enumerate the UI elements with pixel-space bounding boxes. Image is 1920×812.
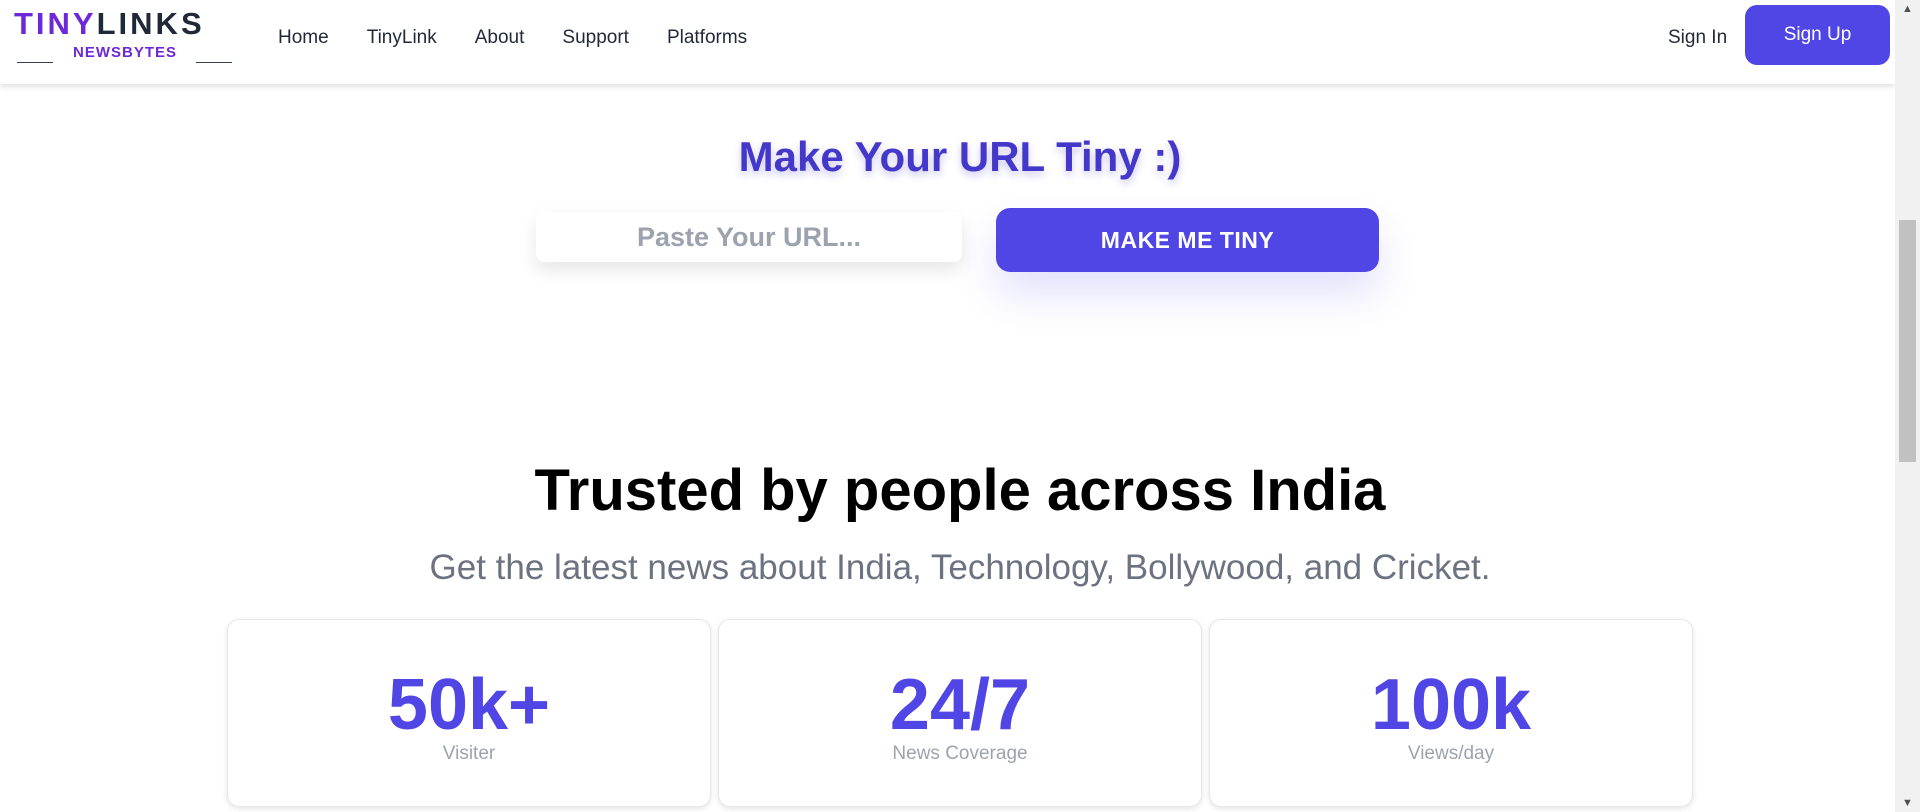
nav-link-support[interactable]: Support [562,25,629,51]
logo-tiny-text: TINY [14,6,97,41]
logo-left-rule [17,62,53,63]
make-me-tiny-button[interactable]: MAKE ME TINY [996,208,1379,272]
logo-subtitle-row: NEWSBYTES [14,44,236,64]
stat-value: 100k [1370,665,1532,745]
url-input[interactable] [536,212,962,262]
trust-subheading: Get the latest news about India, Technol… [429,548,1491,587]
hero-title: Make Your URL Tiny :) [738,133,1182,180]
stat-card-coverage: 24/7 News Coverage [718,619,1202,807]
stat-value: 24/7 [889,665,1031,745]
logo-links-text: LINKS [96,6,205,41]
scroll-down-icon[interactable]: ▼ [1895,794,1920,812]
sign-in-link[interactable]: Sign In [1668,25,1727,51]
vertical-scrollbar[interactable]: ▲ ▼ [1895,0,1920,812]
trust-heading: Trusted by people across India [534,458,1386,523]
stat-card-visitors: 50k+ Visiter [227,619,711,807]
logo-wordmark: TINYLINKS [14,7,205,41]
nav-link-tinylink[interactable]: TinyLink [367,25,437,51]
sign-up-button[interactable]: Sign Up [1745,5,1890,65]
stat-value: 50k+ [387,665,551,745]
stat-card-views: 100k Views/day [1209,619,1693,807]
logo-right-rule [196,62,232,63]
navbar: TINYLINKS NEWSBYTES Home TinyLink About … [0,0,1895,84]
nav-link-platforms[interactable]: Platforms [667,25,747,51]
stat-label: News Coverage [892,743,1028,764]
nav-link-about[interactable]: About [475,25,525,51]
main-nav: Home TinyLink About Support Platforms [278,25,747,51]
stat-label: Visiter [442,743,496,764]
logo-subtitle: NEWSBYTES [72,44,177,61]
tinylinks-logo[interactable]: TINYLINKS NEWSBYTES [14,7,236,65]
stat-label: Views/day [1407,743,1495,764]
scroll-thumb[interactable] [1899,220,1916,462]
scroll-up-icon[interactable]: ▲ [1895,0,1920,18]
nav-link-home[interactable]: Home [278,25,329,51]
page: TINYLINKS NEWSBYTES Home TinyLink About … [0,0,1895,812]
